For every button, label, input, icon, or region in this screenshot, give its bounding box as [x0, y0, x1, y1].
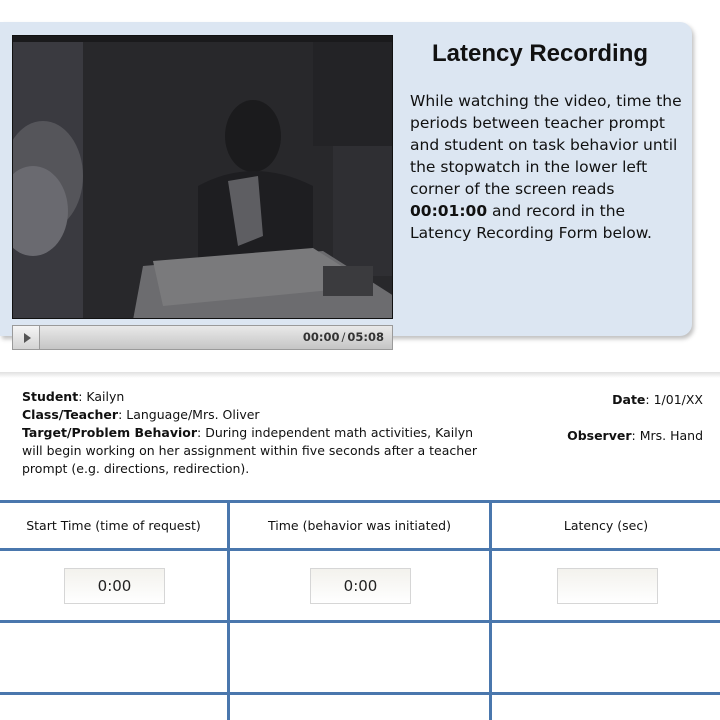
start-time-input[interactable]: 0:00	[64, 568, 165, 604]
player-controls: 00:00/05:08	[12, 325, 393, 350]
target-label: Target/Problem Behavior	[22, 425, 198, 440]
page-title: Latency Recording	[431, 40, 649, 67]
target-stopwatch-time: 00:01:00	[410, 202, 488, 220]
grid-line	[227, 500, 230, 720]
date-line: Date: 1/01/XX	[612, 392, 703, 407]
grid-line	[0, 548, 720, 551]
latency-recording-form: Start Time (time of request) Time (behav…	[0, 500, 720, 720]
grid-line	[0, 500, 720, 503]
class-line: Class/Teacher: Language/Mrs. Oliver	[22, 406, 482, 424]
instructions-text: While watching the video, time the perio…	[410, 90, 682, 244]
grid-line	[0, 620, 720, 623]
date-label: Date	[612, 392, 646, 407]
date-value: : 1/01/XX	[645, 392, 703, 407]
instructions-part-1: While watching the video, time the perio…	[410, 92, 682, 198]
grid-line	[489, 500, 492, 720]
observer-label: Observer	[567, 428, 632, 443]
duration: 05:08	[347, 330, 384, 344]
observation-info: Student: Kailyn Class/Teacher: Language/…	[22, 388, 482, 478]
video-frame-image	[13, 36, 392, 318]
column-header-latency: Latency (sec)	[563, 518, 649, 533]
play-button[interactable]	[13, 326, 40, 349]
class-label: Class/Teacher	[22, 407, 119, 422]
student-label: Student	[22, 389, 79, 404]
behavior-time-input[interactable]: 0:00	[310, 568, 411, 604]
student-value: : Kailyn	[78, 389, 125, 404]
column-header-behavior-time: Time (behavior was initiated)	[268, 518, 451, 533]
target-line: Target/Problem Behavior: During independ…	[22, 424, 482, 478]
video-player[interactable]	[12, 35, 393, 319]
play-icon	[23, 332, 31, 343]
student-line: Student: Kailyn	[22, 388, 482, 406]
time-readout: 00:00/05:08	[303, 330, 384, 344]
class-value: : Language/Mrs. Oliver	[118, 407, 260, 422]
section-divider	[0, 372, 720, 378]
observer-line: Observer: Mrs. Hand	[567, 428, 703, 443]
current-time: 00:00	[302, 330, 340, 344]
observer-value: : Mrs. Hand	[631, 428, 703, 443]
grid-line	[0, 692, 720, 695]
column-header-start-time: Start Time (time of request)	[26, 518, 201, 533]
latency-input[interactable]	[557, 568, 658, 604]
